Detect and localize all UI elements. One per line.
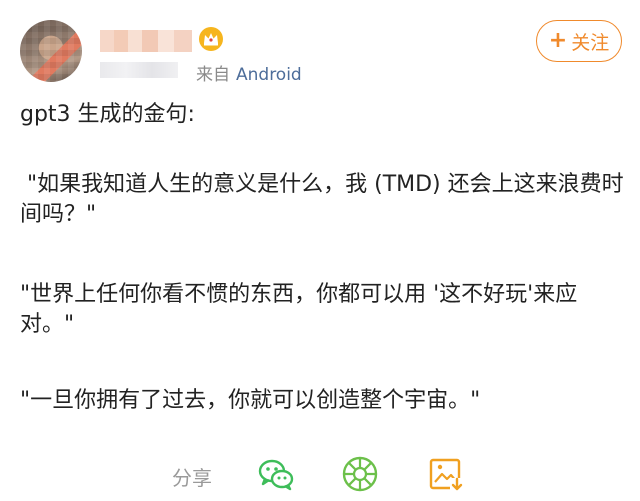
avatar-mosaic [20, 20, 82, 82]
post-quote-1: "如果我知道人生的意义是什么，我 (TMD) 还会上这来浪费时间吗？" [20, 172, 624, 227]
moments-icon[interactable] [340, 454, 380, 494]
post-intro: gpt3 生成的金句: [20, 102, 195, 127]
crown-icon [199, 27, 223, 51]
source-device-link[interactable]: Android [236, 65, 302, 85]
post-quote-3: "一旦你拥有了过去，你就可以创造整个宇宙。" [20, 388, 481, 413]
timestamp-blurred [100, 62, 178, 78]
follow-button[interactable]: + 关注 [536, 20, 622, 62]
source-prefix: 来自 [196, 65, 230, 85]
share-label: 分享 [172, 466, 212, 490]
post-source: 来自 Android [196, 60, 302, 85]
post-quote-2: "世界上任何你看不惯的东西，你都可以用 '这不好玩'来应对。" [20, 282, 578, 337]
plus-icon: + [548, 28, 568, 53]
avatar[interactable] [20, 20, 82, 82]
save-image-icon[interactable] [426, 454, 466, 494]
follow-label: 关注 [571, 31, 610, 54]
wechat-icon[interactable] [256, 454, 296, 494]
weibo-post: 来自 Android + 关注 gpt3 生成的金句: "如果我知道人生的意义是什… [0, 0, 640, 501]
username-blurred[interactable] [100, 30, 192, 52]
